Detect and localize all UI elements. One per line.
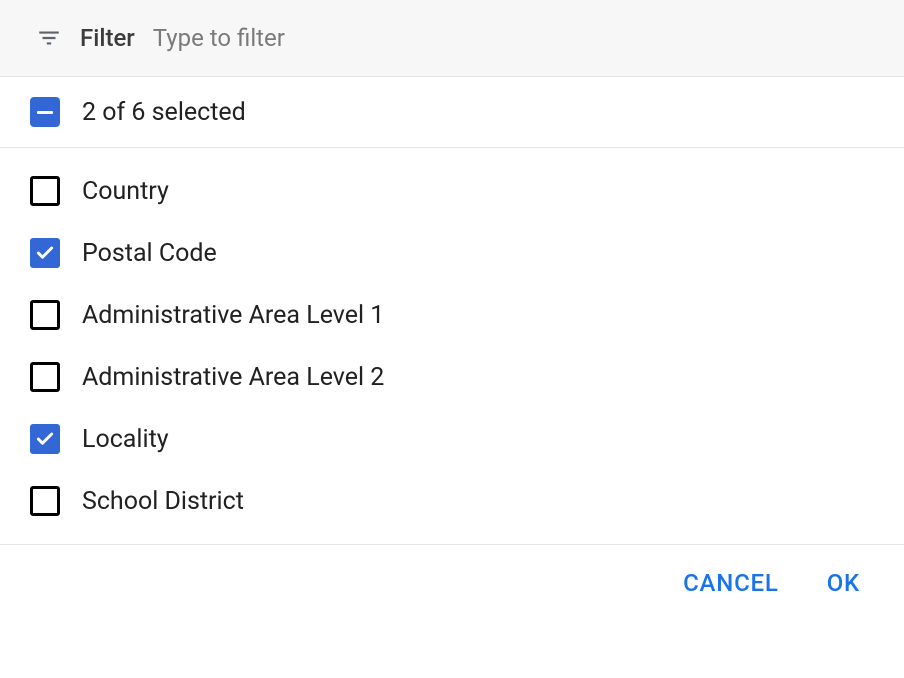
ok-button[interactable]: OK	[827, 569, 860, 597]
option-row-admin-area-1[interactable]: Administrative Area Level 1	[0, 284, 904, 346]
checkbox-unchecked-icon[interactable]	[30, 486, 60, 516]
selection-summary: 2 of 6 selected	[82, 98, 246, 127]
actions-bar: CANCEL OK	[0, 545, 904, 621]
checkbox-checked-icon[interactable]	[30, 238, 60, 268]
option-row-admin-area-2[interactable]: Administrative Area Level 2	[0, 346, 904, 408]
filter-bar: Filter	[0, 0, 904, 77]
option-label: Postal Code	[82, 239, 217, 268]
cancel-button[interactable]: CANCEL	[683, 569, 779, 597]
checkbox-unchecked-icon[interactable]	[30, 362, 60, 392]
checkbox-unchecked-icon[interactable]	[30, 300, 60, 330]
option-label: Administrative Area Level 1	[82, 301, 384, 330]
filter-label: Filter	[80, 24, 135, 52]
option-row-country[interactable]: Country	[0, 160, 904, 222]
option-row-school-district[interactable]: School District	[0, 470, 904, 532]
filter-input[interactable]	[153, 24, 868, 52]
option-row-locality[interactable]: Locality	[0, 408, 904, 470]
option-label: Administrative Area Level 2	[82, 363, 384, 392]
checkbox-checked-icon[interactable]	[30, 424, 60, 454]
checkbox-indeterminate-icon[interactable]	[30, 97, 60, 127]
filter-icon	[36, 25, 62, 51]
select-all-row[interactable]: 2 of 6 selected	[0, 77, 904, 148]
checkbox-unchecked-icon[interactable]	[30, 176, 60, 206]
option-label: Country	[82, 177, 169, 206]
option-label: Locality	[82, 425, 169, 454]
option-row-postal-code[interactable]: Postal Code	[0, 222, 904, 284]
option-label: School District	[82, 487, 244, 516]
options-list: Country Postal Code Administrative Area …	[0, 148, 904, 545]
